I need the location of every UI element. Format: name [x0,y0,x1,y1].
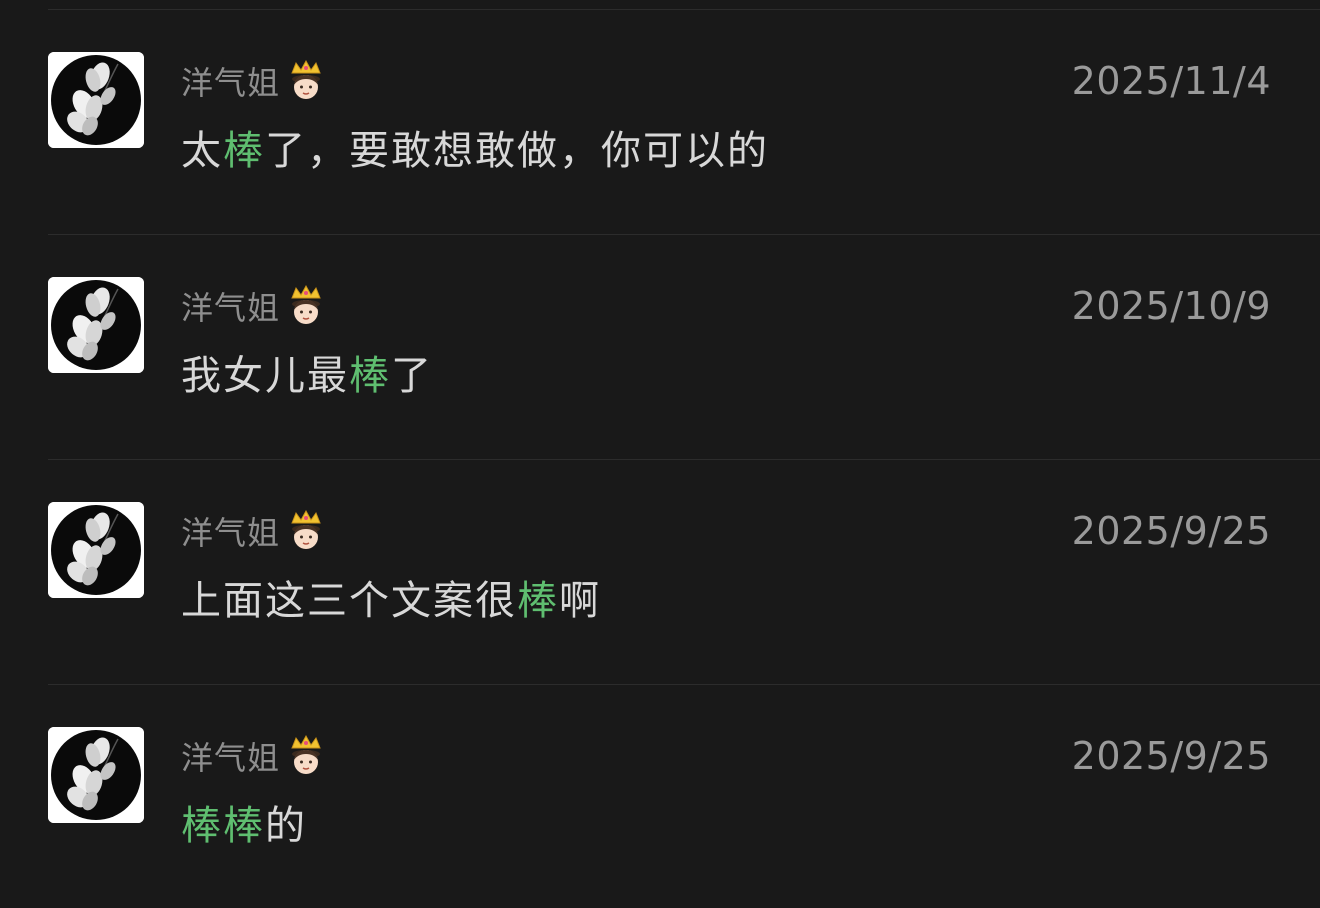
result-item[interactable]: 洋气姐 2025/10/9 我女儿最棒了 [0,235,1320,460]
magnolia-avatar-image [48,277,144,373]
result-item[interactable]: 洋气姐 2025/11/4 太棒了，要敢想敢做，你可以的 [0,10,1320,235]
princess-crown-icon [286,509,326,553]
result-item[interactable]: 洋气姐 2025/9/25 上面这三个文案很棒啊 [0,460,1320,685]
message-text-part: 上面这三个文案很 [181,578,517,624]
avatar[interactable] [48,502,144,598]
message-text: 上面这三个文案很棒啊 [181,568,601,626]
magnolia-avatar-image [48,52,144,148]
message-text-part: 了，要敢想敢做，你可以的 [265,128,769,174]
sender-name: 洋气姐 [181,64,281,102]
message-date: 2025/9/25 [1071,734,1271,778]
avatar[interactable] [48,277,144,373]
avatar[interactable] [48,52,144,148]
message-text: 棒棒的 [181,793,307,851]
sender-row: 洋气姐 [181,733,326,779]
message-date: 2025/11/4 [1071,59,1271,103]
message-date: 2025/10/9 [1071,284,1271,328]
message-text: 太棒了，要敢想敢做，你可以的 [181,118,769,176]
keyword-highlight: 棒棒 [181,803,265,849]
princess-crown-icon [286,734,326,778]
sender-name: 洋气姐 [181,514,281,552]
message-text-part: 了 [391,353,433,399]
sender-name: 洋气姐 [181,739,281,777]
message-text-part: 太 [181,128,223,174]
magnolia-avatar-image [48,502,144,598]
avatar[interactable] [48,727,144,823]
sender-row: 洋气姐 [181,58,326,104]
message-text-part: 啊 [559,578,601,624]
princess-crown-icon [286,284,326,328]
message-text-part: 的 [265,803,307,849]
keyword-highlight: 棒 [517,578,559,624]
sender-row: 洋气姐 [181,508,326,554]
sender-name: 洋气姐 [181,289,281,327]
magnolia-avatar-image [48,727,144,823]
message-text-part: 我女儿最 [181,353,349,399]
sender-row: 洋气姐 [181,283,326,329]
keyword-highlight: 棒 [223,128,265,174]
chat-search-results: 洋气姐 2025/11/4 太棒了，要敢想敢做，你可以的 洋气姐 2025/10… [0,10,1320,908]
message-text: 我女儿最棒了 [181,343,433,401]
message-date: 2025/9/25 [1071,509,1271,553]
result-item[interactable]: 洋气姐 2025/9/25 棒棒的 [0,685,1320,908]
princess-crown-icon [286,59,326,103]
keyword-highlight: 棒 [349,353,391,399]
